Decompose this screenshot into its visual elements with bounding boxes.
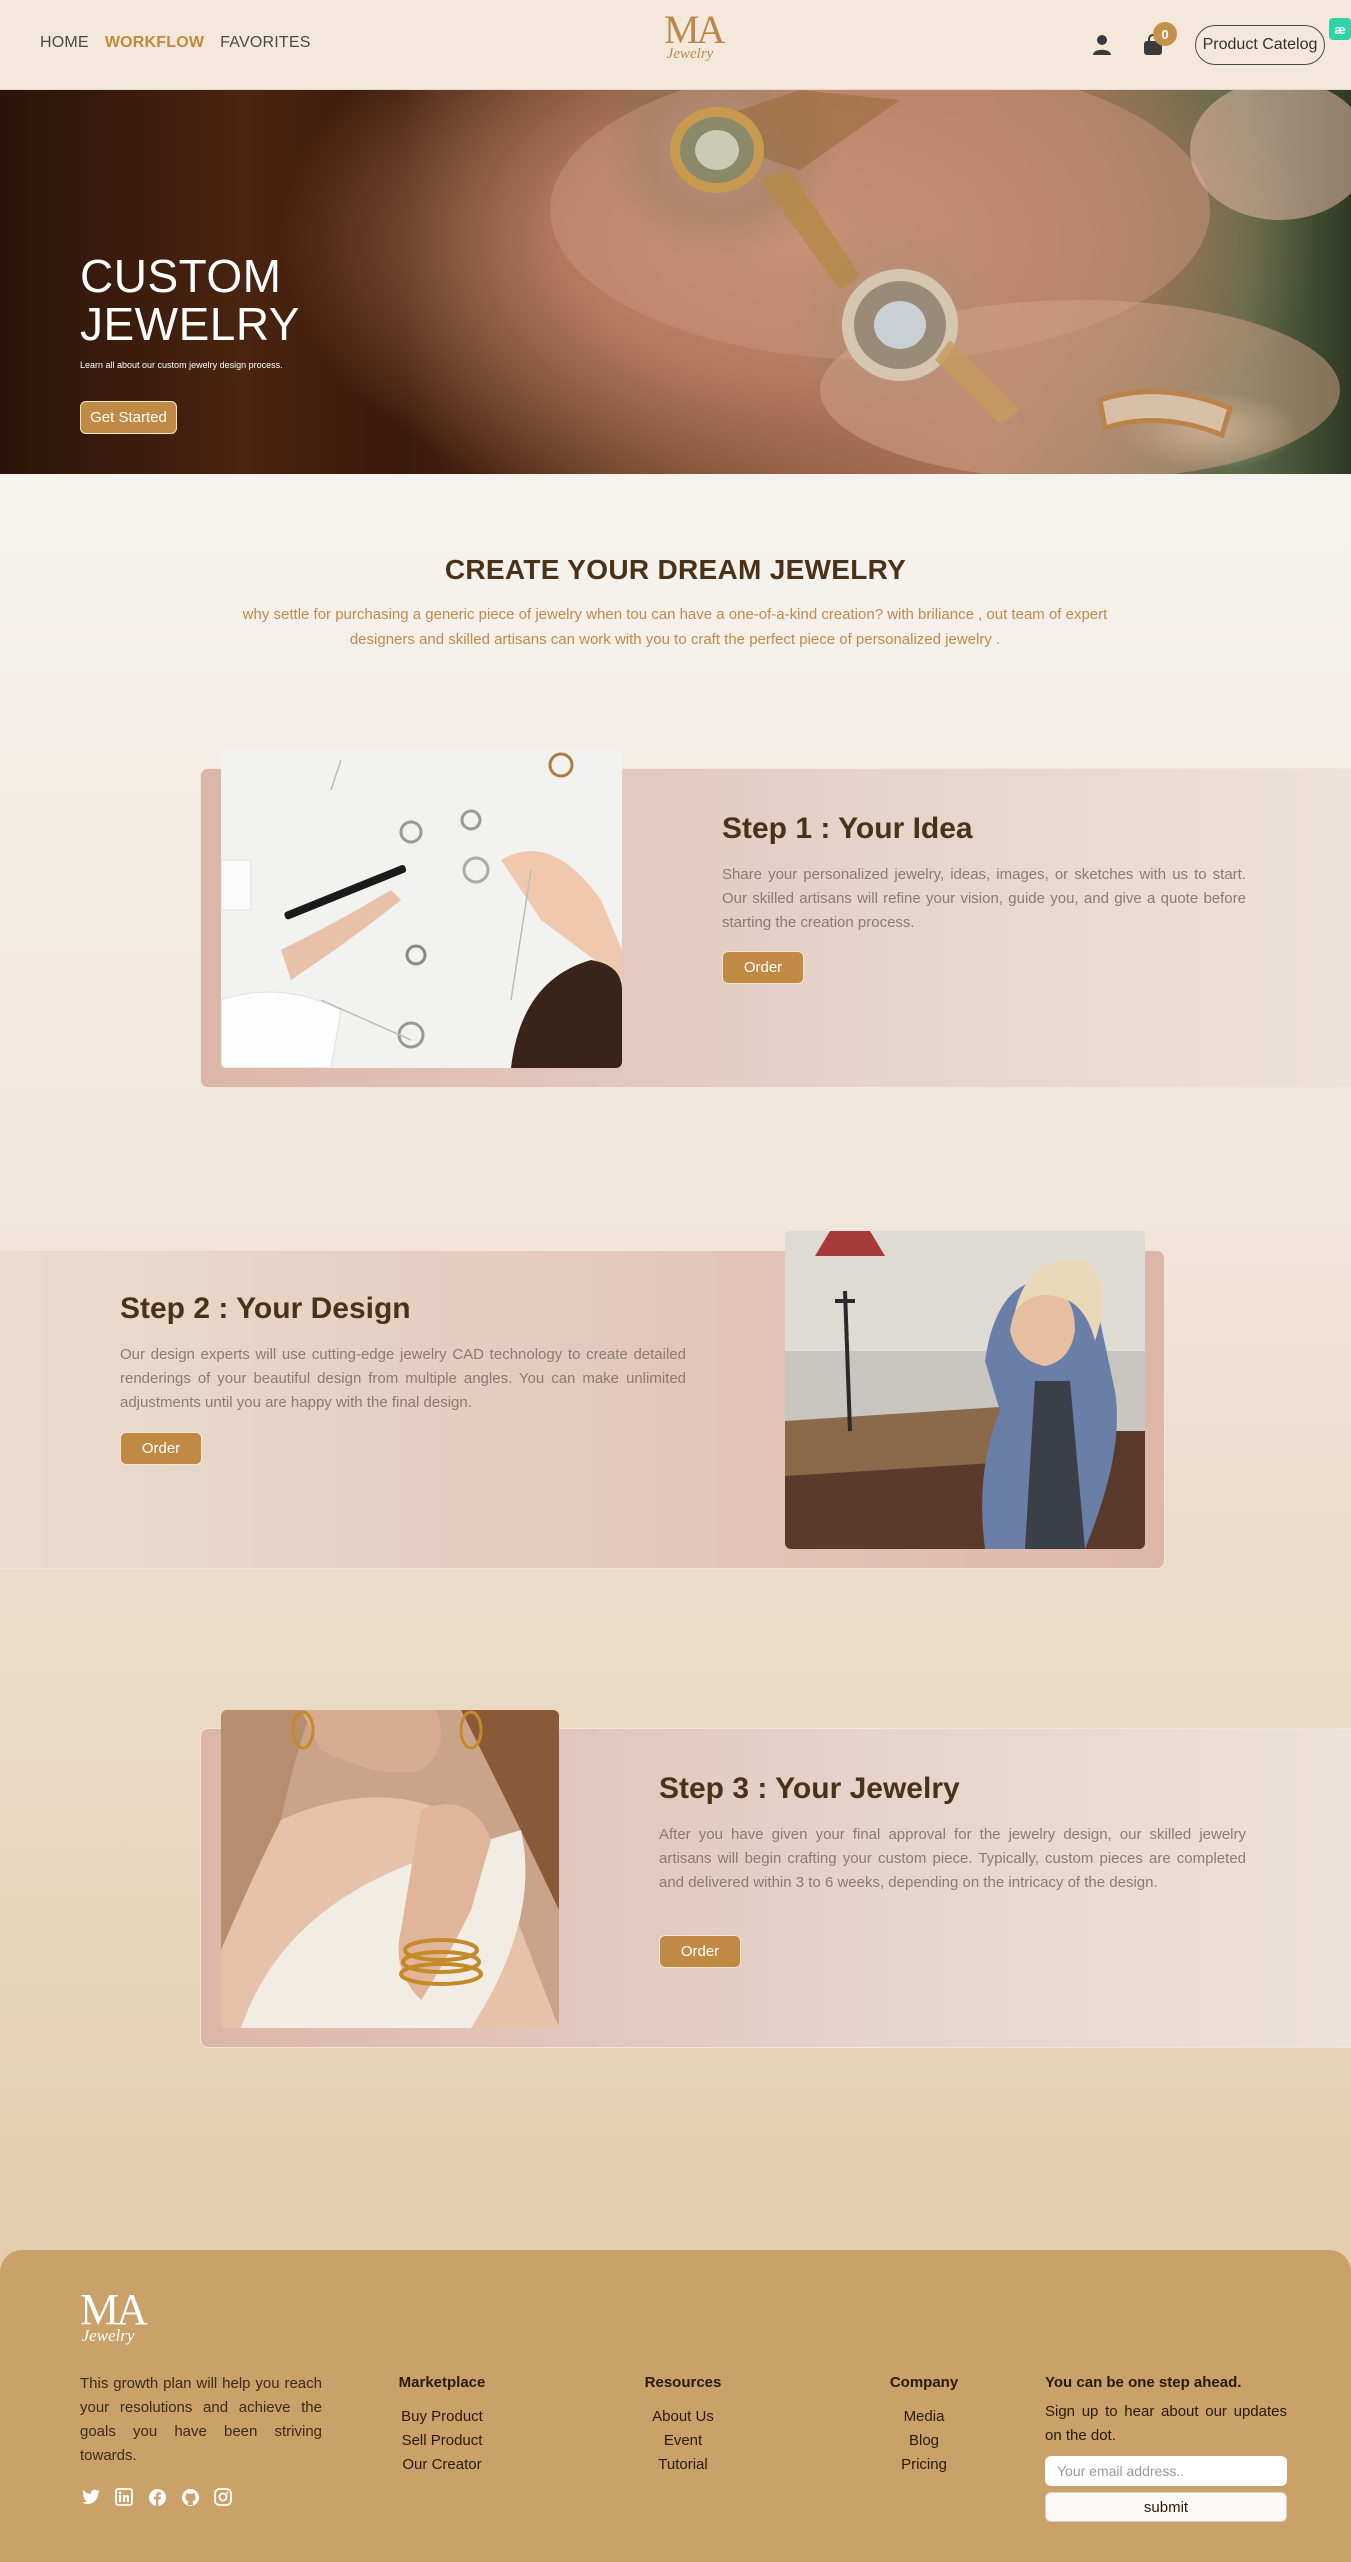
footer-link-our-creator[interactable]: Our Creator [392,2453,492,2477]
twitter-icon[interactable] [80,2486,102,2508]
footer-link-sell-product[interactable]: Sell Product [392,2429,492,2453]
step-3-image [221,1710,559,2028]
footer: MA Jewelry This growth plan will help yo… [0,2250,1351,2562]
newsletter-submit-button[interactable]: submit [1045,2492,1287,2522]
footer-column-title: Marketplace [398,2374,486,2391]
footer-logo-wordmark: Jewelry [81,2326,135,2345]
step-2-title: Step 2 : Your Design [120,1292,411,1325]
section-title: CREATE YOUR DREAM JEWELRY [444,554,907,585]
section-intro-text: why settle for purchasing a generic piec… [242,606,1108,648]
hero-title-line-1: CUSTOM [80,250,282,302]
user-icon[interactable] [1087,28,1117,62]
newsletter-text: Sign up to hear about our updates on the… [1045,2403,1287,2444]
nav-link-home[interactable]: HOME [40,34,89,52]
linkedin-icon[interactable] [113,2486,135,2508]
step-3-title: Step 3 : Your Jewelry [659,1772,960,1805]
step-2-text: Our design experts will use cutting-edge… [120,1346,686,1411]
footer-link-media[interactable]: Media [874,2405,974,2429]
footer-link-pricing[interactable]: Pricing [874,2453,974,2477]
step-1-text: Share your personalized jewelry, ideas, … [722,866,1246,931]
get-started-button[interactable]: Get Started [80,401,177,434]
hero-banner: CUSTOM JEWELRY Learn all about our custo… [0,90,1351,474]
nav-link-workflow[interactable]: WORKFLOW [105,34,204,52]
social-links [80,2486,234,2508]
facebook-icon[interactable] [146,2486,168,2508]
step-3-text: After you have given your final approval… [659,1826,1246,1891]
nav-link-favorites[interactable]: FAVORITES [220,34,310,52]
product-catalog-button[interactable]: Product Catelog [1195,25,1325,65]
logo-mark: MA [664,7,725,52]
footer-link-about-us[interactable]: About Us [633,2405,733,2429]
cart-count-badge: 0 [1153,22,1177,46]
navbar: HOME WORKFLOW FAVORITES MA Jewelry 0 Pro… [0,0,1351,90]
footer-column-title: Resources [644,2374,722,2391]
nav-links: HOME WORKFLOW FAVORITES [40,34,311,52]
footer-logo[interactable]: MA Jewelry [80,2288,148,2345]
step-3-order-button[interactable]: Order [659,1935,741,1968]
newsletter-email-input[interactable] [1045,2456,1287,2486]
newsletter-title: You can be one step ahead. [1045,2374,1242,2391]
footer-column-title: Company [889,2374,959,2391]
footer-link-tutorial[interactable]: Tutorial [633,2453,733,2477]
footer-column-marketplace: Marketplace Buy Product Sell Product Our… [392,2374,492,2477]
github-icon[interactable] [179,2486,201,2508]
step-1-image [221,750,622,1068]
hero-title: CUSTOM JEWELRY [80,252,400,348]
footer-link-event[interactable]: Event [633,2429,733,2453]
footer-link-blog[interactable]: Blog [874,2429,974,2453]
footer-about-text: This growth plan will help you reach you… [80,2375,322,2464]
step-2-image [785,1231,1145,1549]
instagram-icon[interactable] [212,2486,234,2508]
step-1-order-button[interactable]: Order [722,951,804,984]
step-2-order-button[interactable]: Order [120,1432,202,1465]
hero-subtitle: Learn all about our custom jewelry desig… [80,360,283,370]
logo-wordmark: Jewelry [666,46,714,62]
extension-badge[interactable]: æ [1329,18,1351,40]
footer-column-company: Company Media Blog Pricing [874,2374,974,2477]
site-logo[interactable]: MA Jewelry [664,7,725,63]
step-1-title: Step 1 : Your Idea [722,812,973,845]
hero-title-line-2: JEWELRY [80,298,300,350]
footer-link-buy-product[interactable]: Buy Product [392,2405,492,2429]
footer-column-resources: Resources About Us Event Tutorial [633,2374,733,2477]
